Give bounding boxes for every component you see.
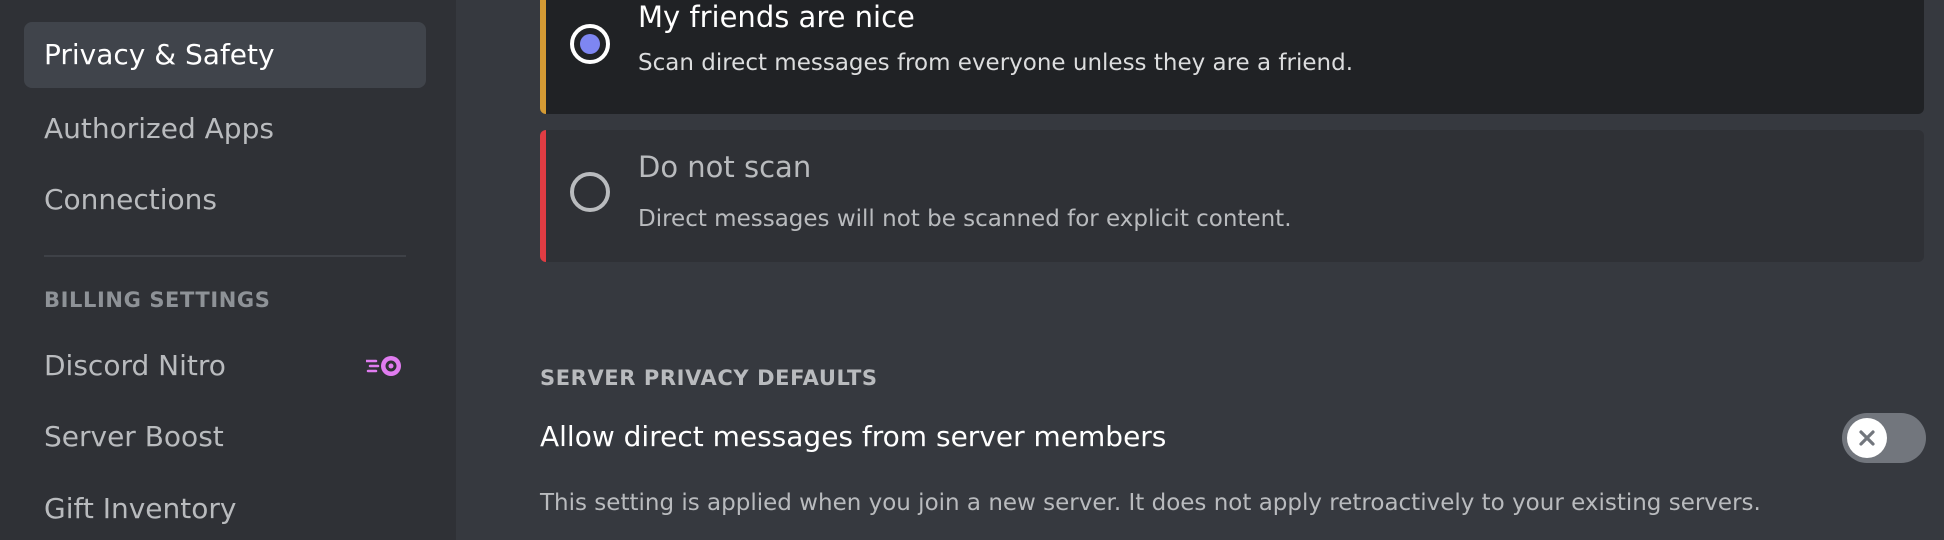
sidebar-item-authorized-apps[interactable]: Authorized Apps xyxy=(24,96,426,162)
scan-option-title: Do not scan xyxy=(638,150,812,184)
radio-checked-icon[interactable] xyxy=(570,24,610,64)
sidebar-item-connections[interactable]: Connections xyxy=(24,167,426,233)
sidebar-divider xyxy=(44,255,406,257)
section-header-server-privacy: SERVER PRIVACY DEFAULTS xyxy=(540,366,878,390)
sidebar-item-gift-inventory[interactable]: Gift Inventory xyxy=(24,476,426,540)
settings-sidebar: Privacy & Safety Authorized Apps Connect… xyxy=(0,0,456,540)
setting-description-allow-dms: This setting is applied when you join a … xyxy=(540,490,1761,516)
sidebar-item-server-boost[interactable]: Server Boost xyxy=(24,404,426,470)
sidebar-item-label: Authorized Apps xyxy=(44,112,274,145)
sidebar-item-discord-nitro[interactable]: Discord Nitro xyxy=(24,333,426,399)
sidebar-item-label: Connections xyxy=(44,183,218,216)
sidebar-item-label: Gift Inventory xyxy=(44,492,237,525)
sidebar-item-label: Server Boost xyxy=(44,420,224,453)
close-icon xyxy=(1859,430,1875,446)
scan-option-description: Scan direct messages from everyone unles… xyxy=(638,50,1354,76)
radio-unchecked-icon[interactable] xyxy=(570,172,610,212)
scan-option-friends-nice[interactable]: My friends are nice Scan direct messages… xyxy=(540,0,1924,114)
sidebar-item-label: Privacy & Safety xyxy=(44,38,275,71)
nitro-icon xyxy=(366,356,401,376)
sidebar-section-header-billing: BILLING SETTINGS xyxy=(44,288,271,312)
toggle-knob xyxy=(1847,418,1887,458)
scan-option-description: Direct messages will not be scanned for … xyxy=(638,206,1292,232)
settings-window: Privacy & Safety Authorized Apps Connect… xyxy=(0,0,1944,540)
sidebar-item-label: Discord Nitro xyxy=(44,349,226,382)
setting-title-allow-dms: Allow direct messages from server member… xyxy=(540,420,1167,453)
sidebar-item-privacy-safety[interactable]: Privacy & Safety xyxy=(24,22,426,88)
privacy-settings-content: My friends are nice Scan direct messages… xyxy=(456,0,1944,540)
scan-option-title: My friends are nice xyxy=(638,0,915,34)
scan-option-do-not-scan[interactable]: Do not scan Direct messages will not be … xyxy=(540,130,1924,262)
allow-dms-toggle[interactable] xyxy=(1842,413,1926,463)
